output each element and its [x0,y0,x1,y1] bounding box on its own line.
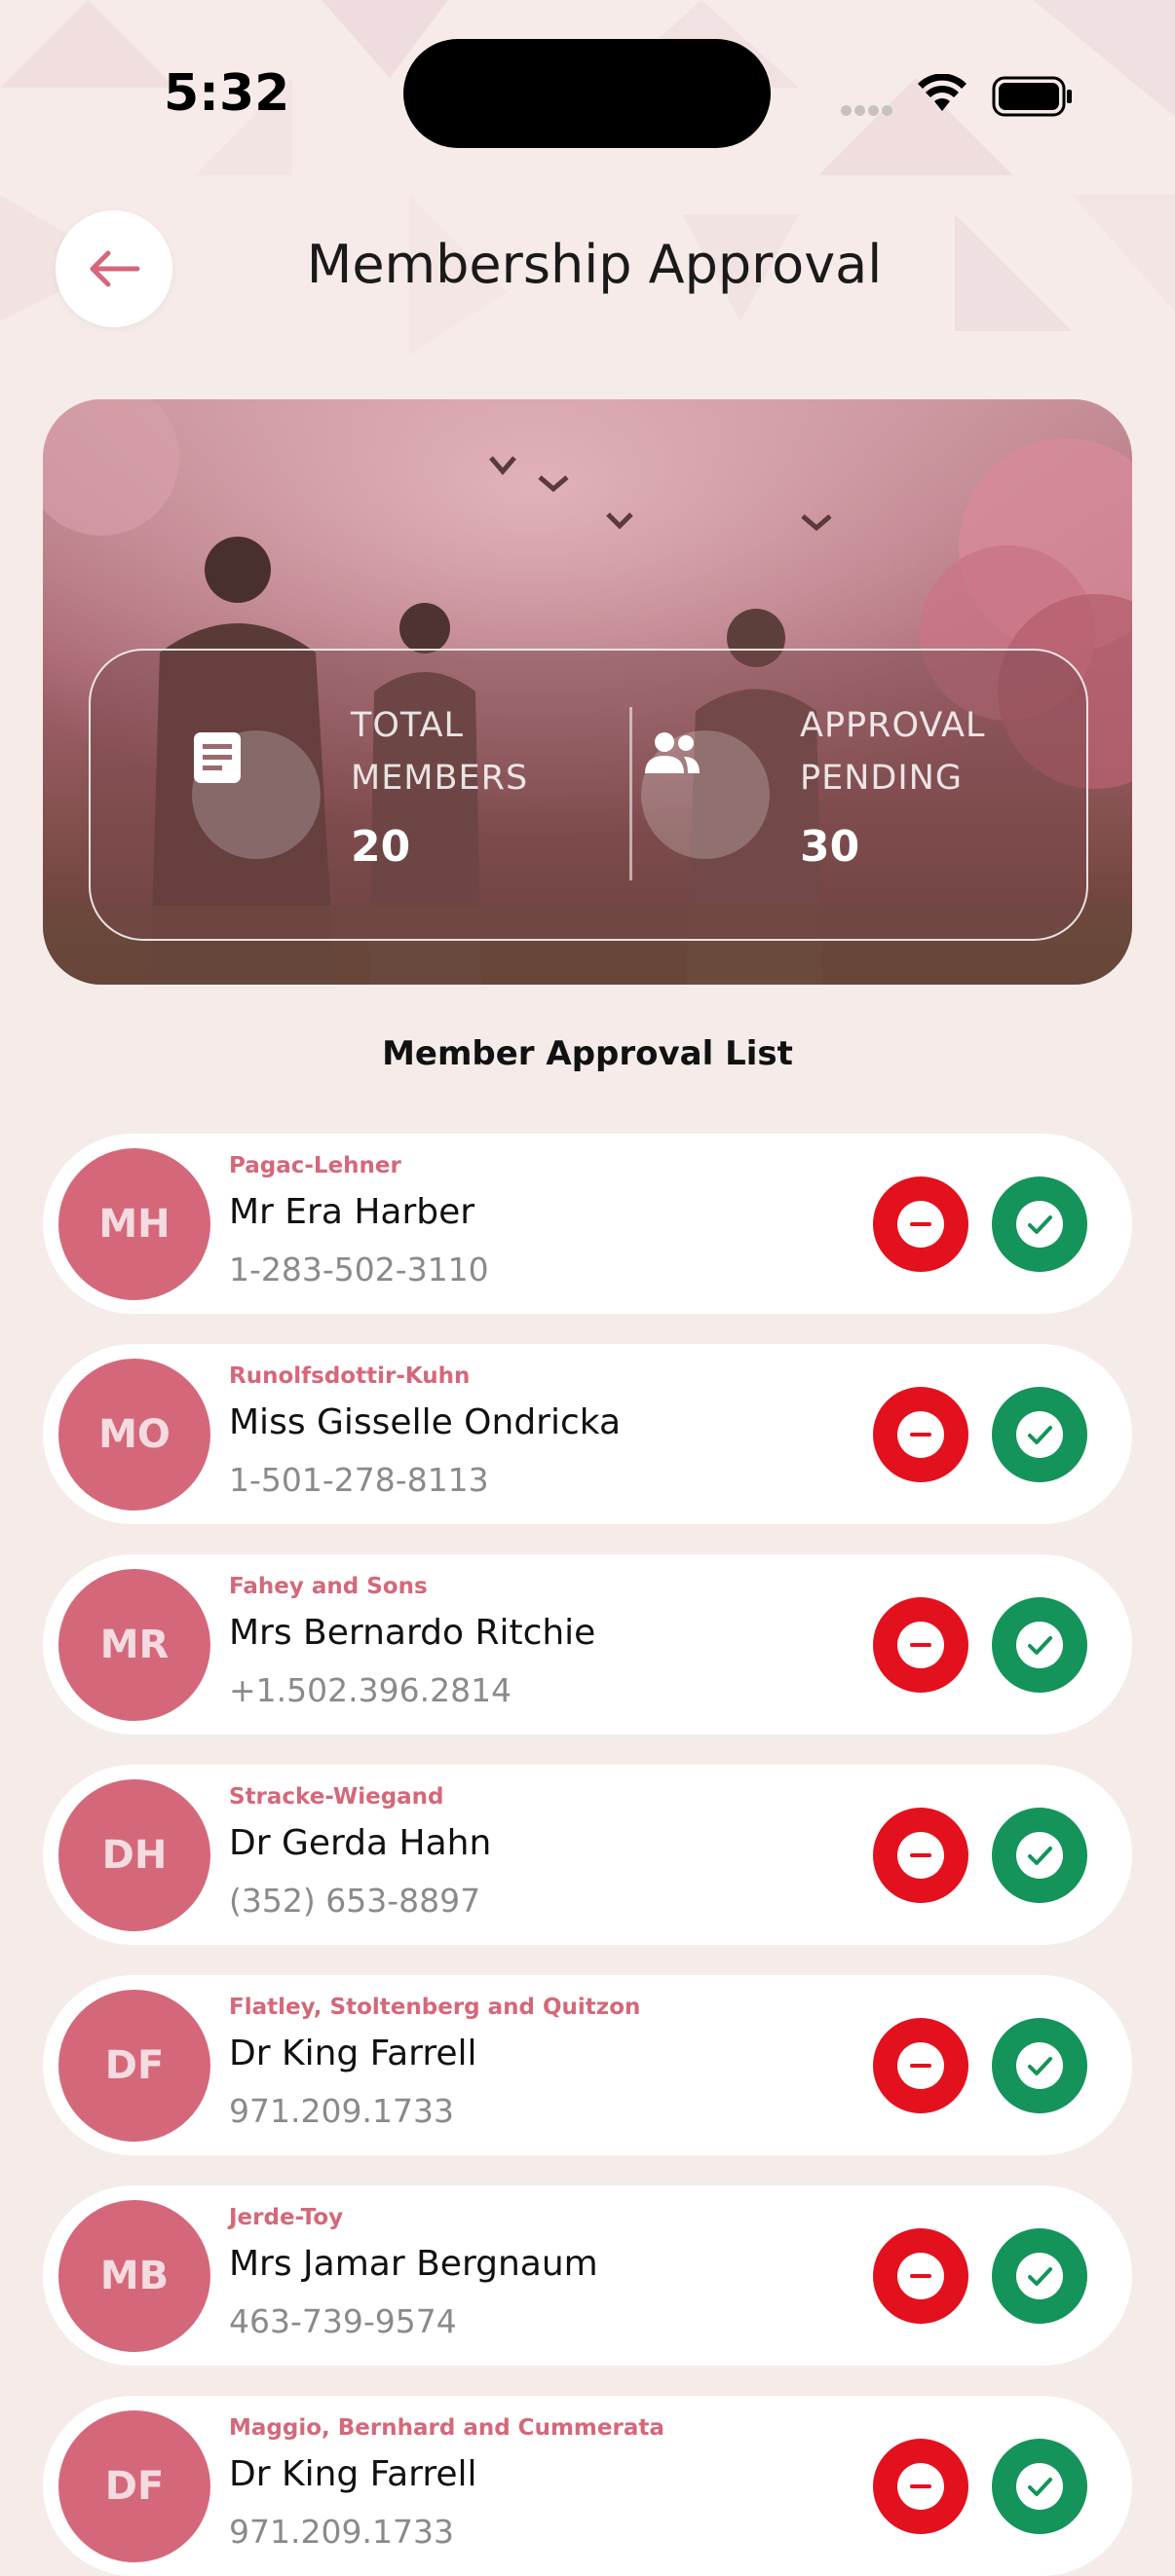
avatar: MH [58,1148,210,1300]
reject-button[interactable] [873,1176,968,1272]
hero-banner: TOTAL MEMBERS 20 APPROVAL PENDING 30 [43,399,1132,985]
list-title: Member Approval List [382,1034,793,1073]
member-card[interactable]: MO Runolfsdottir-Kuhn Miss Gisselle Ondr… [43,1344,1132,1524]
check-circle-icon [1016,1201,1063,1248]
document-icon [192,730,321,859]
member-card[interactable]: MR Fahey and Sons Mrs Bernardo Ritchie +… [43,1554,1132,1735]
member-card[interactable]: DF Flatley, Stoltenberg and Quitzon Dr K… [43,1975,1132,2155]
approval-pending-value: 30 [800,822,860,872]
reject-button[interactable] [873,2228,968,2324]
approve-button[interactable] [992,1176,1087,1272]
member-card[interactable]: MH Pagac-Lehner Mr Era Harber 1-283-502-… [43,1134,1132,1314]
dynamic-island [403,39,771,148]
member-phone: +1.502.396.2814 [229,1671,512,1709]
avatar: MO [58,1359,210,1511]
approve-button[interactable] [992,2439,1087,2534]
member-company: Fahey and Sons [229,1574,428,1599]
approve-button[interactable] [992,2018,1087,2113]
arrow-left-icon [90,250,140,287]
check-circle-icon [1016,2042,1063,2089]
reject-button[interactable] [873,1387,968,1482]
member-company: Runolfsdottir-Kuhn [229,1363,471,1389]
member-phone: 971.209.1733 [229,2092,454,2130]
status-time: 5:32 [164,64,290,123]
member-name: Dr King Farrell [229,2034,477,2073]
avatar: MB [58,2200,210,2352]
reject-button[interactable] [873,1808,968,1903]
reject-button[interactable] [873,1597,968,1693]
member-name: Dr King Farrell [229,2454,477,2494]
member-phone: 1-283-502-3110 [229,1251,489,1288]
wifi-icon [917,73,967,117]
member-company: Jerde-Toy [229,2205,344,2230]
stats-divider [629,707,632,880]
stats-panel: TOTAL MEMBERS 20 APPROVAL PENDING 30 [89,649,1088,941]
page-title: Membership Approval [306,234,883,295]
member-phone: 971.209.1733 [229,2513,454,2551]
check-circle-icon [1016,1622,1063,1668]
approve-button[interactable] [992,1387,1087,1482]
member-phone: 1-501-278-8113 [229,1461,489,1499]
avatar: DF [58,1990,210,2142]
member-card[interactable]: MB Jerde-Toy Mrs Jamar Bergnaum 463-739-… [43,2185,1132,2366]
people-icon [641,730,770,859]
reject-button[interactable] [873,2018,968,2113]
avatar: MR [58,1569,210,1721]
member-company: Pagac-Lehner [229,1153,401,1178]
approval-pending-label-line2: PENDING [800,759,963,798]
minus-circle-icon [897,1832,944,1879]
battery-icon [992,76,1074,121]
avatar: DH [58,1779,210,1931]
back-button[interactable] [56,210,172,327]
check-circle-icon [1016,2463,1063,2510]
member-company: Maggio, Bernhard and Cummerata [229,2415,664,2441]
approval-pending-label: APPROVAL PENDING [800,699,986,804]
total-members-label-line2: MEMBERS [351,759,529,798]
member-card[interactable]: DF Maggio, Bernhard and Cummerata Dr Kin… [43,2396,1132,2576]
minus-circle-icon [897,2042,944,2089]
check-circle-icon [1016,1411,1063,1458]
total-members-label-line1: TOTAL [351,706,465,745]
member-name: Mrs Bernardo Ritchie [229,1613,596,1653]
member-phone: (352) 653-8897 [229,1882,481,1920]
member-name: Miss Gisselle Ondricka [229,1402,622,1442]
member-card[interactable]: DH Stracke-Wiegand Dr Gerda Hahn (352) 6… [43,1765,1132,1945]
member-company: Stracke-Wiegand [229,1784,444,1810]
avatar: DF [58,2410,210,2562]
reject-button[interactable] [873,2439,968,2534]
minus-circle-icon [897,1411,944,1458]
minus-circle-icon [897,2463,944,2510]
cellular-signal-icon [841,101,895,120]
check-circle-icon [1016,1832,1063,1879]
member-name: Mr Era Harber [229,1192,475,1232]
approve-button[interactable] [992,2228,1087,2324]
approve-button[interactable] [992,1808,1087,1903]
minus-circle-icon [897,2253,944,2299]
member-name: Mrs Jamar Bergnaum [229,2244,598,2284]
check-circle-icon [1016,2253,1063,2299]
total-members-value: 20 [351,822,411,872]
total-members-label: TOTAL MEMBERS [351,699,528,804]
approve-button[interactable] [992,1597,1087,1693]
minus-circle-icon [897,1622,944,1668]
approval-pending-label-line1: APPROVAL [800,706,986,745]
member-company: Flatley, Stoltenberg and Quitzon [229,1995,641,2020]
member-phone: 463-739-9574 [229,2302,457,2340]
member-name: Dr Gerda Hahn [229,1823,492,1863]
minus-circle-icon [897,1201,944,1248]
